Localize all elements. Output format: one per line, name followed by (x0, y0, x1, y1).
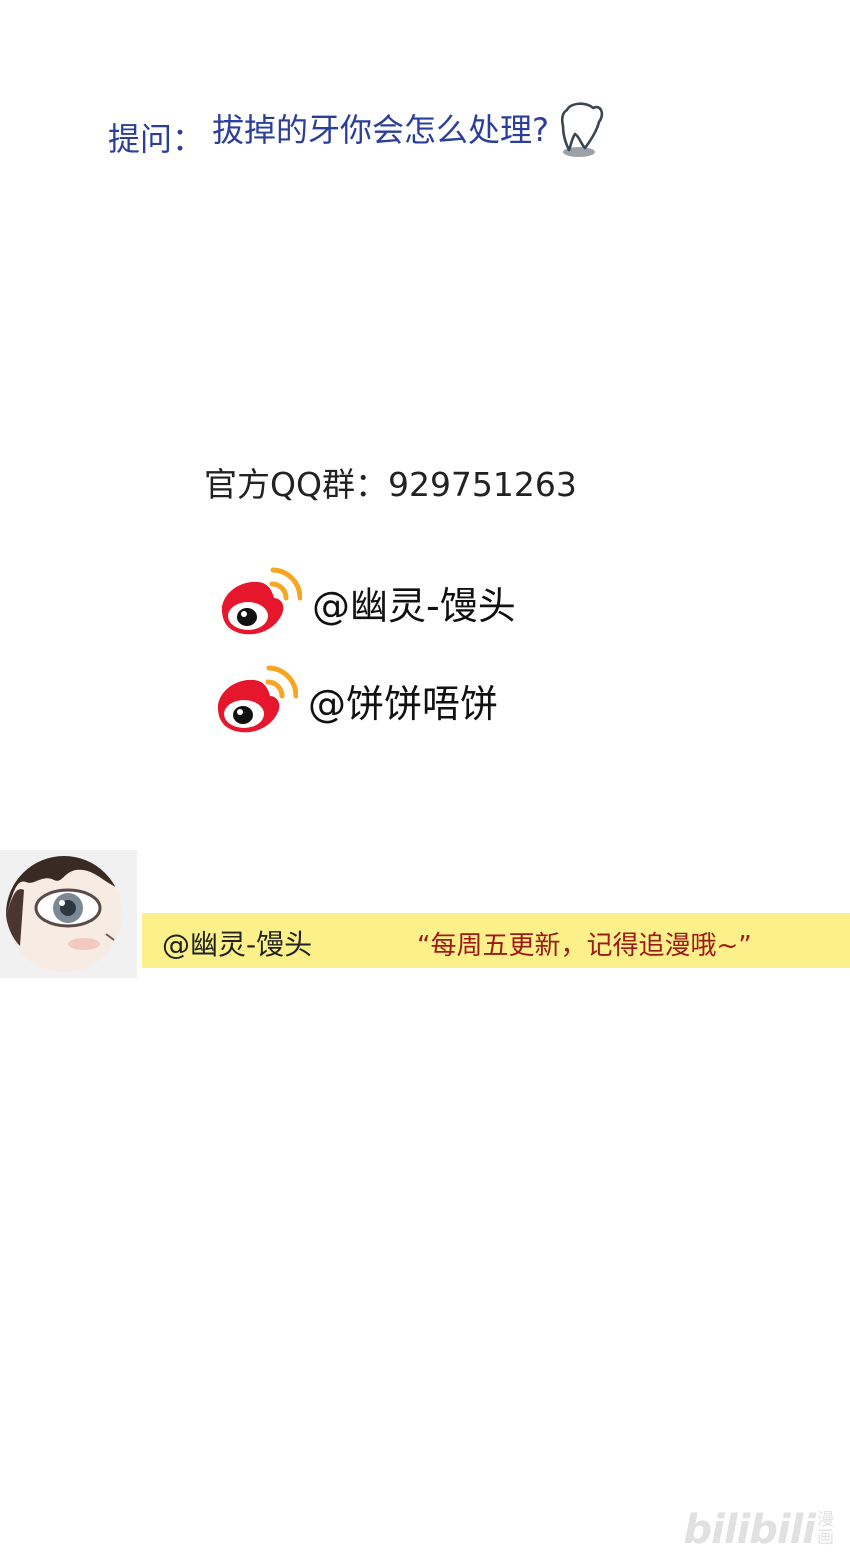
avatar-eye-illustration (6, 856, 122, 972)
weibo-logo-icon (221, 567, 302, 635)
weibo-account-2[interactable]: @饼饼唔饼 (212, 660, 498, 740)
author-note-banner: @幽灵-馒头 “每周五更新，记得追漫哦~” (142, 913, 850, 968)
weibo-logo-icon (217, 665, 298, 733)
question-text: 拔掉的牙你会怎么处理? (212, 111, 550, 149)
manga-char-2: 画 (817, 1528, 834, 1548)
question-line: 提问： 拔掉的牙你会怎么处理? (108, 100, 607, 160)
tooth-icon (560, 102, 604, 157)
weibo-account-1[interactable]: @幽灵-馒头 (216, 562, 516, 642)
bilibili-logo-text: bilibili (683, 1507, 816, 1553)
author-quote: “每周五更新，记得追漫哦~” (417, 931, 752, 961)
qq-group-info: 官方QQ群：929751263 (204, 465, 577, 504)
question-prefix: 提问： (108, 120, 205, 158)
author-avatar (0, 850, 137, 978)
weibo-handle: @饼饼唔饼 (308, 681, 499, 726)
bilibili-manga-watermark: bilibili 漫 画 (683, 1507, 834, 1553)
author-name: @幽灵-馒头 (162, 928, 313, 961)
manga-label: 漫 画 (817, 1511, 834, 1548)
weibo-handle: @幽灵-馒头 (312, 583, 516, 628)
